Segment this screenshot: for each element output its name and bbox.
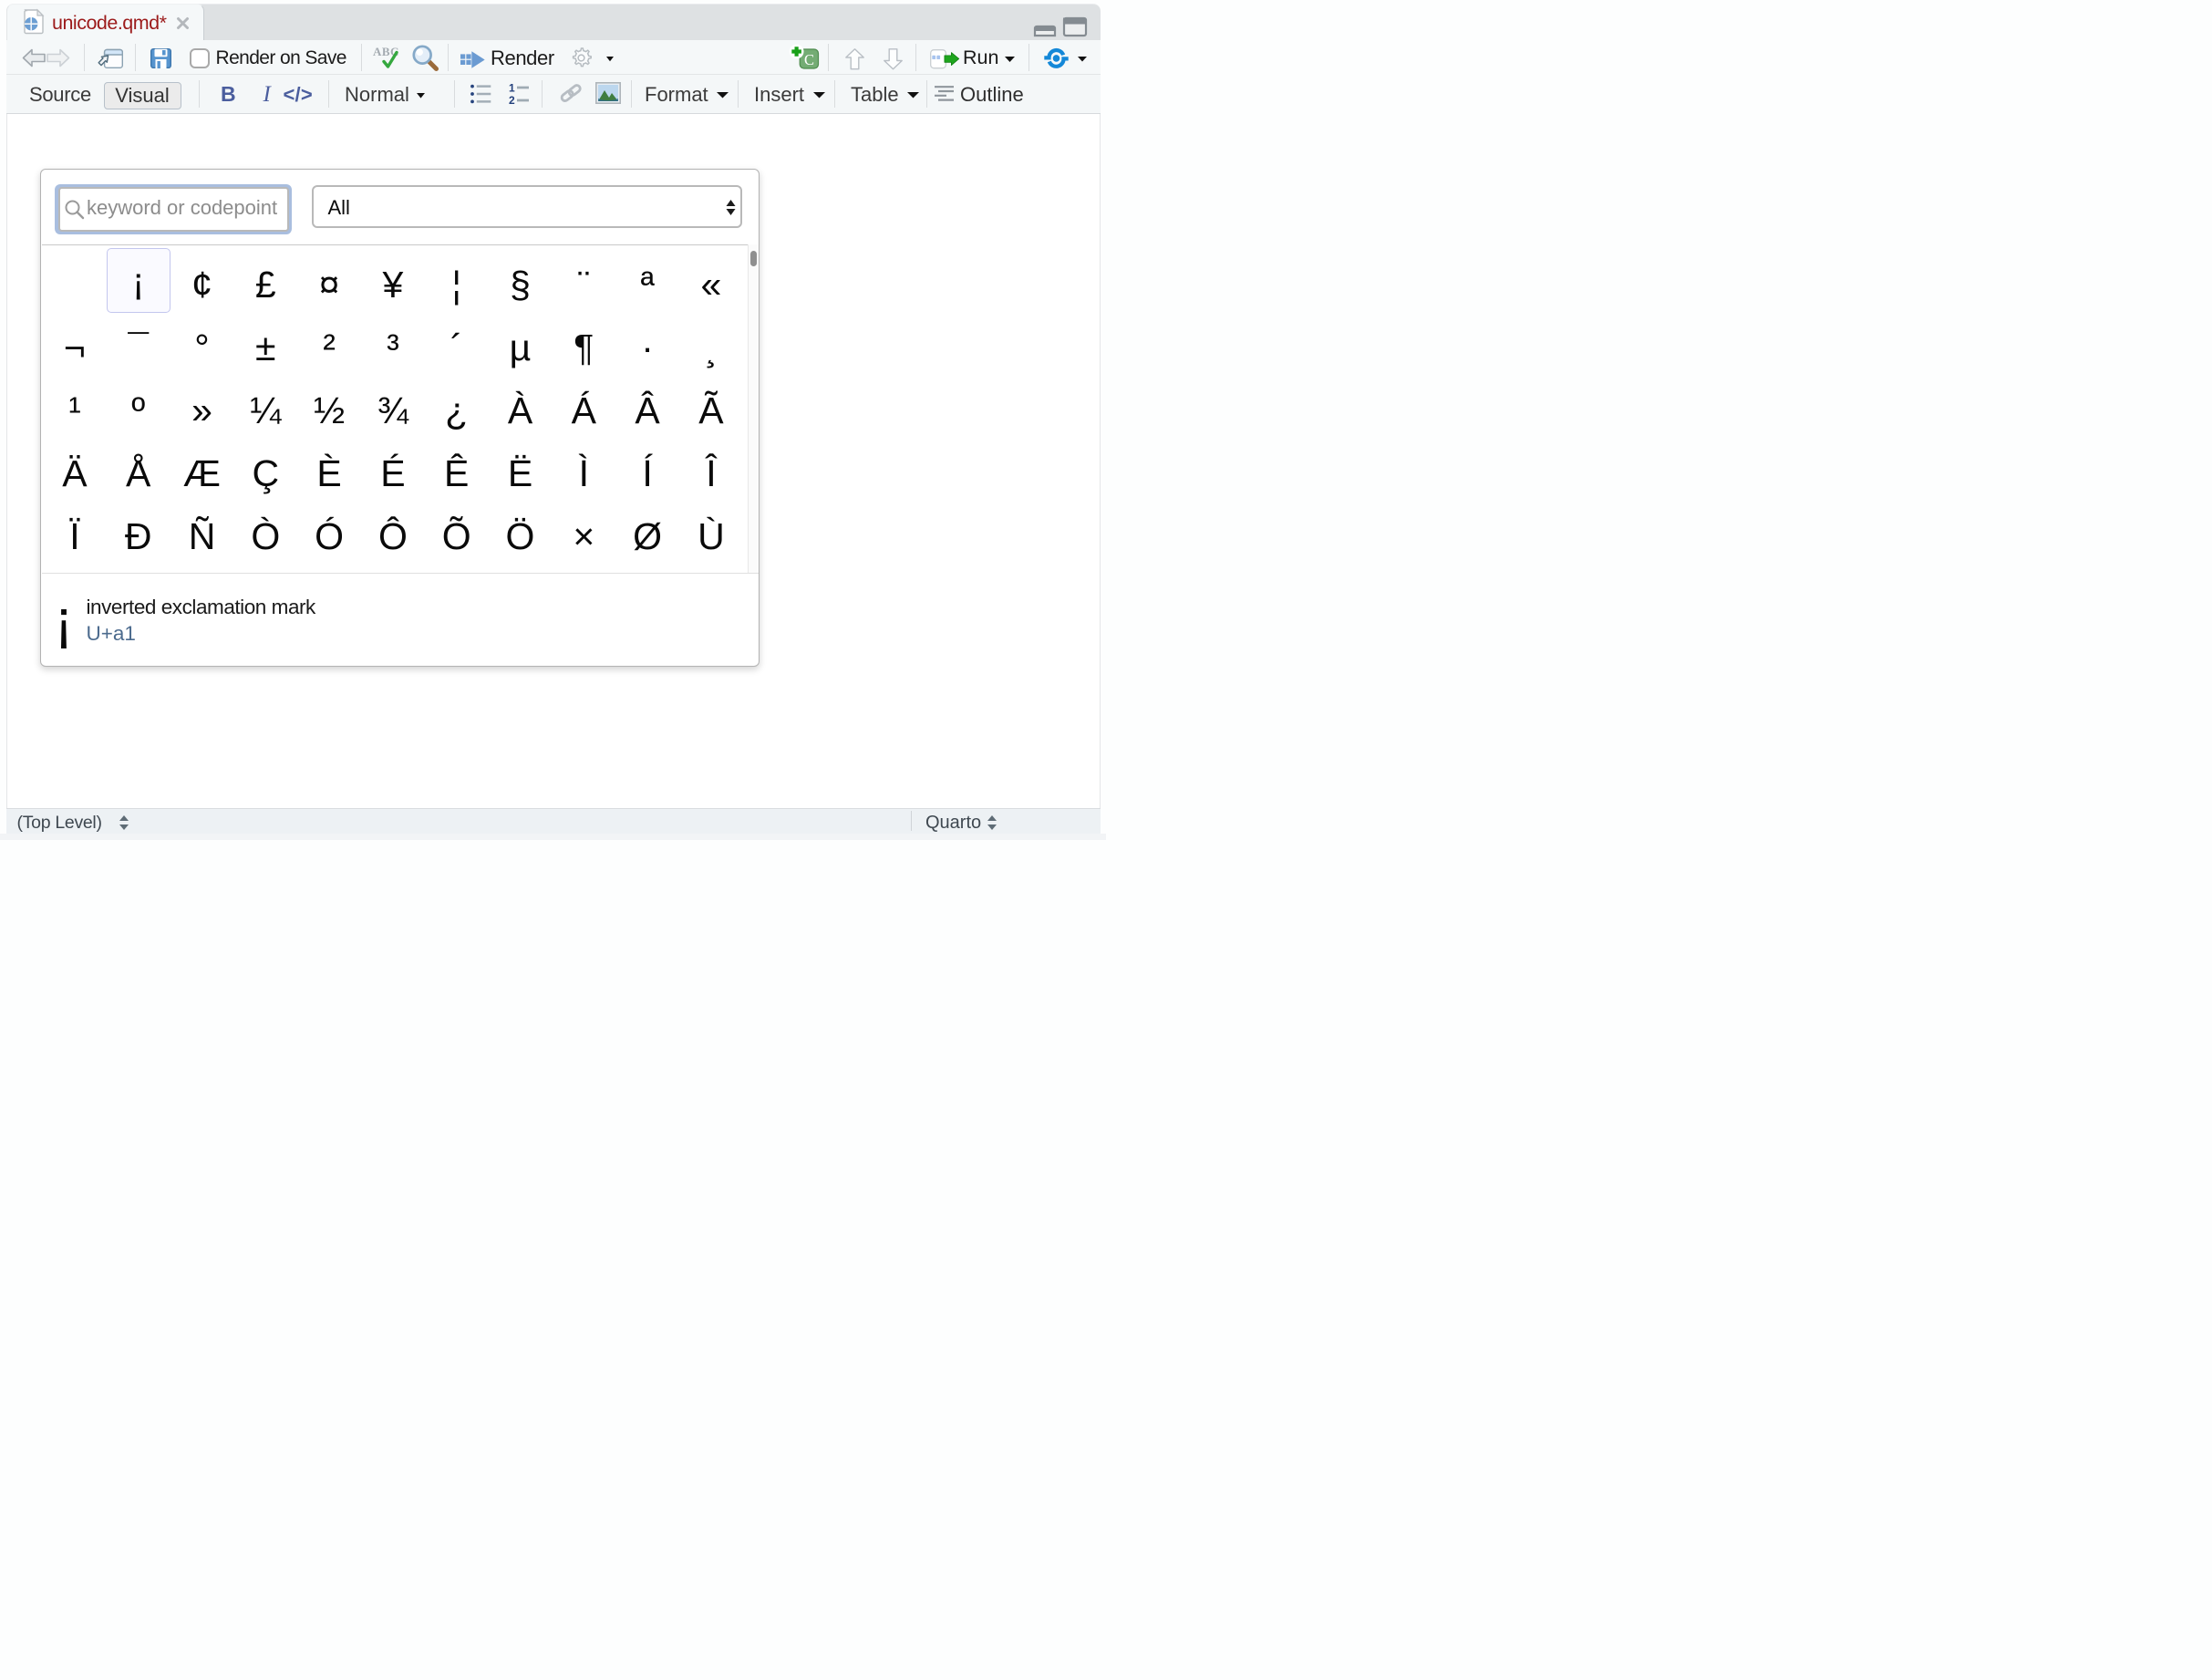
svg-text:2: 2 — [509, 94, 515, 107]
svg-text:1: 1 — [509, 82, 515, 95]
svg-text:C: C — [804, 51, 814, 68]
